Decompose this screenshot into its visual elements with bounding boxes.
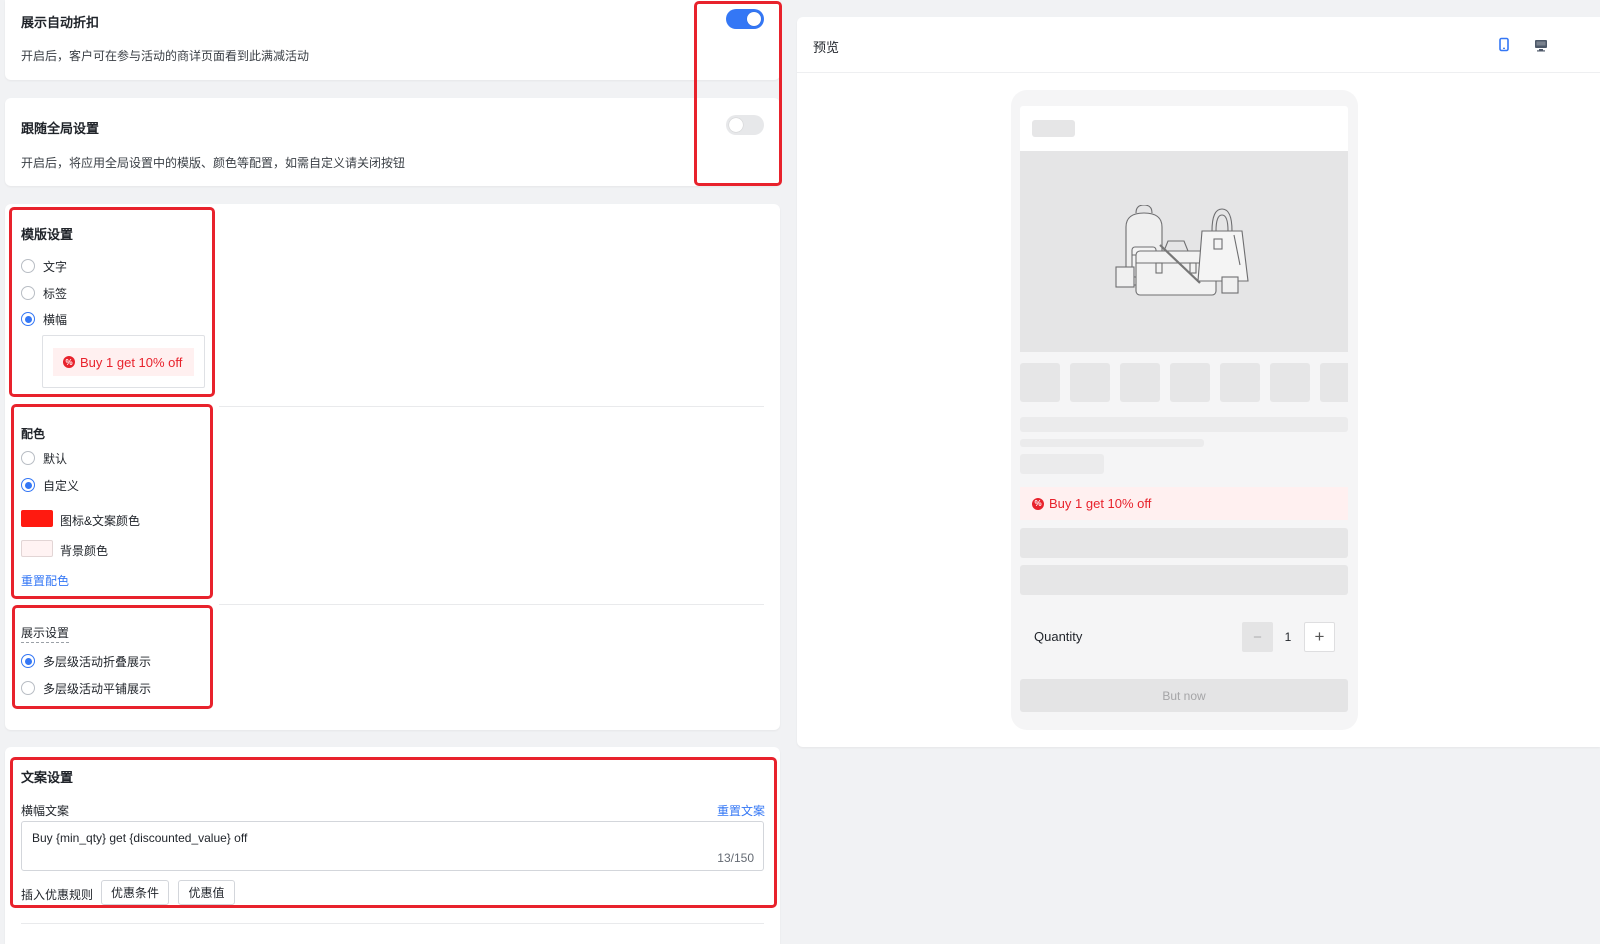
discount-badge-icon: % (63, 356, 75, 368)
subtitle-placeholder (1020, 439, 1204, 447)
thumb-placeholder (1070, 363, 1110, 402)
color-title: 配色 (21, 427, 46, 441)
quantity-label: Quantity (1034, 629, 1083, 644)
radio-icon (21, 451, 35, 465)
radio-icon (21, 681, 35, 695)
template-title: 模版设置 (21, 227, 74, 242)
radio-icon (21, 478, 35, 492)
auto-discount-toggle[interactable] (726, 9, 764, 29)
display-option-tile[interactable]: 多层级活动平铺展示 (21, 680, 151, 696)
section-divider (219, 604, 764, 605)
preview-panel: 预览 % Buy 1 get 10% off Quantity − 1 + Bu… (797, 17, 1600, 747)
template-option-label: 横幅 (43, 312, 68, 327)
insert-rule-label: 插入优惠规则 (21, 888, 94, 902)
template-option-label: 标签 (43, 286, 68, 301)
color-option-label: 自定义 (43, 478, 80, 493)
copy-title: 文案设置 (21, 770, 74, 785)
logo-placeholder (1032, 120, 1075, 137)
preview-discount-banner: % Buy 1 get 10% off (1020, 487, 1348, 520)
price-placeholder (1020, 454, 1104, 474)
banner-copy-label: 横幅文案 (21, 804, 70, 818)
preview-banner-text: Buy 1 get 10% off (1049, 496, 1152, 511)
variant-placeholder (1020, 565, 1348, 595)
auto-discount-title: 展示自动折扣 (21, 15, 100, 30)
reset-copy-link[interactable]: 重置文案 (717, 802, 765, 819)
global-settings-card: 跟随全局设置 开启后，将应用全局设置中的模版、颜色等配置，如需自定义请关闭按钮 (5, 98, 780, 186)
auto-discount-card: 展示自动折扣 开启后，客户可在参与活动的商详页面看到此满减活动 (5, 0, 780, 80)
background-color-label: 背景颜色 (60, 544, 109, 558)
quantity-value[interactable]: 1 (1283, 630, 1293, 644)
thumb-placeholder (1220, 363, 1260, 402)
variant-placeholder (1020, 528, 1348, 558)
template-option-label: 文字 (43, 259, 68, 274)
color-option-custom[interactable]: 自定义 (21, 477, 79, 493)
phone-mockup: % Buy 1 get 10% off Quantity − 1 + But n… (1011, 90, 1358, 730)
section-divider (21, 923, 764, 924)
radio-icon (21, 654, 35, 668)
template-option-tag[interactable]: 标签 (21, 285, 67, 301)
mobile-icon[interactable] (1497, 37, 1511, 53)
color-option-default[interactable]: 默认 (21, 450, 67, 466)
auto-discount-desc: 开启后，客户可在参与活动的商详页面看到此满减活动 (21, 49, 310, 63)
quantity-minus-button[interactable]: − (1242, 622, 1273, 652)
banner-copy-textarea[interactable]: Buy {min_qty} get {discounted_value} off… (21, 821, 764, 871)
desktop-icon[interactable] (1533, 37, 1549, 53)
display-option-label: 多层级活动折叠展示 (43, 654, 152, 669)
template-banner-preview-box: % Buy 1 get 10% off (42, 335, 205, 388)
thumb-placeholder (1170, 363, 1210, 402)
banner-copy-value: Buy {min_qty} get {discounted_value} off (32, 831, 248, 845)
template-banner-preview: % Buy 1 get 10% off (53, 348, 194, 376)
icon-text-color-label: 图标&文案颜色 (60, 514, 141, 528)
display-option-collapse[interactable]: 多层级活动折叠展示 (21, 653, 151, 669)
preview-title: 预览 (813, 40, 840, 55)
radio-icon (21, 286, 35, 300)
product-image (1020, 151, 1348, 352)
discount-badge-icon: % (1032, 497, 1044, 510)
template-option-banner[interactable]: 横幅 (21, 311, 67, 327)
display-option-label: 多层级活动平铺展示 (43, 681, 152, 696)
reset-color-link[interactable]: 重置配色 (21, 572, 69, 589)
global-settings-toggle[interactable] (726, 115, 764, 135)
insert-value-button[interactable]: 优惠值 (178, 880, 235, 905)
global-settings-title: 跟随全局设置 (21, 121, 100, 136)
buy-now-button[interactable]: But now (1020, 679, 1348, 712)
bags-illustration-icon (1115, 205, 1249, 296)
background-color-swatch[interactable] (21, 540, 53, 557)
thumb-placeholder (1320, 363, 1348, 402)
radio-icon (21, 312, 35, 326)
char-counter: 13/150 (717, 851, 754, 865)
radio-icon (21, 259, 35, 273)
global-settings-desc: 开启后，将应用全局设置中的模版、颜色等配置，如需自定义请关闭按钮 (21, 156, 406, 170)
thumb-placeholder (1270, 363, 1310, 402)
template-banner-text: Buy 1 get 10% off (80, 354, 183, 370)
title-placeholder (1020, 417, 1348, 432)
section-divider (219, 406, 764, 407)
template-option-text[interactable]: 文字 (21, 258, 67, 274)
preview-header-divider (797, 72, 1600, 73)
copy-settings-card: 文案设置 横幅文案 重置文案 Buy {min_qty} get {discou… (5, 747, 780, 944)
phone-header (1020, 106, 1348, 151)
color-option-label: 默认 (43, 451, 68, 466)
quantity-plus-button[interactable]: + (1304, 622, 1335, 652)
insert-condition-button[interactable]: 优惠条件 (101, 880, 169, 905)
display-title: 展示设置 (21, 624, 70, 643)
thumb-placeholder (1020, 363, 1060, 402)
style-settings-card: 模版设置 文字 标签 横幅 % Buy 1 get 10% off 配色 默认 … (5, 204, 780, 730)
icon-text-color-swatch[interactable] (21, 510, 53, 527)
thumb-placeholder (1120, 363, 1160, 402)
